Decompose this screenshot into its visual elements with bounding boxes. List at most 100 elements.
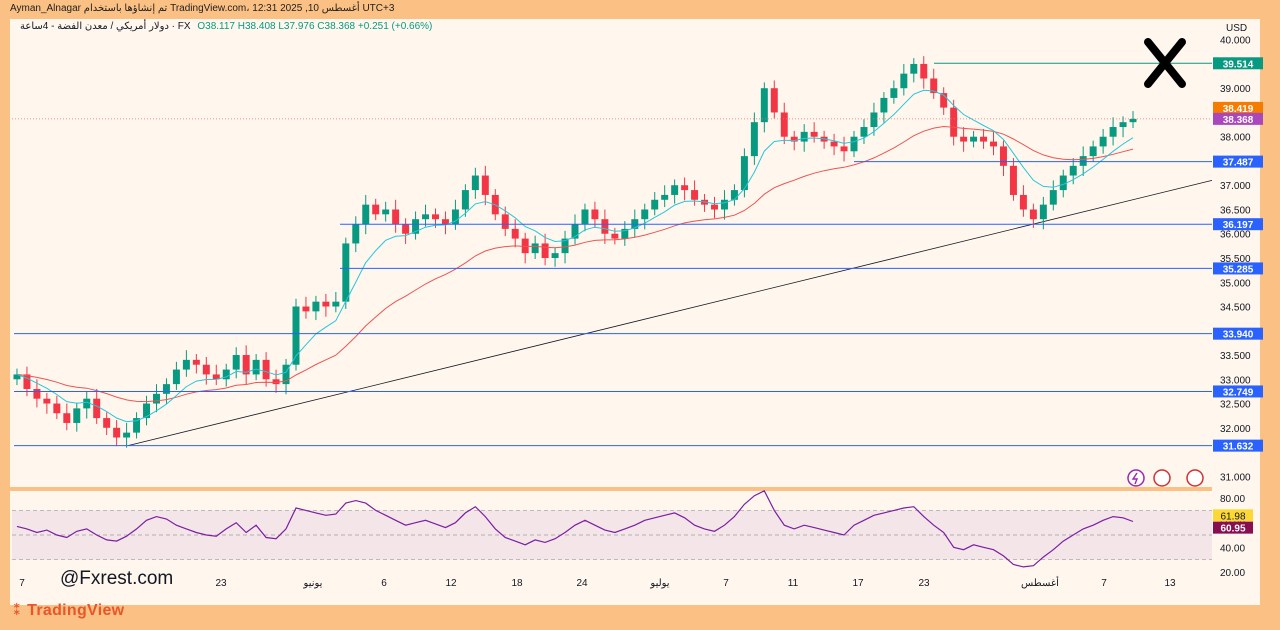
candle[interactable] xyxy=(152,393,160,404)
candle[interactable] xyxy=(1009,165,1017,195)
candle[interactable] xyxy=(143,403,151,419)
us-flag-icon[interactable] xyxy=(1153,469,1171,487)
candle[interactable] xyxy=(192,359,200,365)
candle[interactable] xyxy=(93,398,101,419)
candle[interactable] xyxy=(302,306,310,312)
candle[interactable] xyxy=(1019,194,1027,210)
candle[interactable] xyxy=(1109,127,1117,137)
candle[interactable] xyxy=(202,364,210,375)
candle[interactable] xyxy=(551,253,559,258)
candle[interactable] xyxy=(880,97,888,113)
candle[interactable] xyxy=(172,369,180,385)
candle[interactable] xyxy=(750,122,758,157)
candle[interactable] xyxy=(63,413,71,423)
candle[interactable] xyxy=(720,199,728,210)
candle[interactable] xyxy=(352,224,360,244)
candle[interactable] xyxy=(1089,146,1097,157)
candle[interactable] xyxy=(900,73,908,89)
candle[interactable] xyxy=(651,199,659,210)
main-pane[interactable] xyxy=(10,56,1213,491)
candle[interactable] xyxy=(920,63,928,79)
us-flag-icon[interactable] xyxy=(1186,469,1204,487)
candle[interactable] xyxy=(441,219,449,225)
price-chart[interactable]: 39.51437.48736.19735.28533.94032.74931.6… xyxy=(0,0,1280,630)
candle[interactable] xyxy=(43,398,51,404)
candle[interactable] xyxy=(760,88,768,123)
candle[interactable] xyxy=(770,88,778,113)
pane-icons[interactable] xyxy=(1127,469,1204,487)
candle[interactable] xyxy=(870,112,878,128)
candle[interactable] xyxy=(890,88,898,98)
trendline[interactable] xyxy=(127,179,1213,447)
candle[interactable] xyxy=(432,214,439,220)
candle[interactable] xyxy=(511,228,519,239)
candle[interactable] xyxy=(910,63,918,74)
candle[interactable] xyxy=(780,112,788,137)
candle[interactable] xyxy=(980,136,988,142)
candle[interactable] xyxy=(1099,136,1107,147)
candle[interactable] xyxy=(501,214,509,229)
candle[interactable] xyxy=(232,355,240,370)
candle[interactable] xyxy=(681,185,689,191)
candle[interactable] xyxy=(691,190,699,200)
candle[interactable] xyxy=(162,384,170,394)
candle[interactable] xyxy=(252,359,260,375)
candle[interactable] xyxy=(960,136,968,142)
candle[interactable] xyxy=(332,301,340,307)
candle[interactable] xyxy=(531,243,539,254)
candle[interactable] xyxy=(1079,156,1087,166)
lightning-icon[interactable] xyxy=(1127,469,1145,487)
candle[interactable] xyxy=(392,209,400,225)
candle[interactable] xyxy=(711,204,718,210)
candle[interactable] xyxy=(541,243,549,258)
candle[interactable] xyxy=(23,374,31,389)
candle[interactable] xyxy=(840,146,848,152)
candle[interactable] xyxy=(950,107,958,137)
candle[interactable] xyxy=(33,388,41,399)
candle[interactable] xyxy=(322,301,330,307)
candle[interactable] xyxy=(73,408,81,423)
candle[interactable] xyxy=(113,427,121,438)
candle[interactable] xyxy=(810,131,818,137)
candle[interactable] xyxy=(591,209,599,220)
candle[interactable] xyxy=(103,418,111,428)
candle[interactable] xyxy=(1129,118,1137,123)
candle[interactable] xyxy=(312,301,320,312)
candle[interactable] xyxy=(481,175,489,195)
candle[interactable] xyxy=(800,131,808,142)
candle[interactable] xyxy=(1029,209,1037,220)
candle[interactable] xyxy=(999,146,1007,166)
candle[interactable] xyxy=(730,190,738,200)
candle[interactable] xyxy=(850,136,858,152)
candle[interactable] xyxy=(641,209,649,220)
candle[interactable] xyxy=(382,209,390,215)
candle[interactable] xyxy=(342,243,350,302)
candle[interactable] xyxy=(1119,122,1127,128)
candle[interactable] xyxy=(1039,204,1047,220)
tradingview-logo[interactable]: ⁑ TradingView xyxy=(13,601,124,620)
candle[interactable] xyxy=(262,359,270,380)
rsi-pane[interactable] xyxy=(12,489,1212,568)
candle[interactable] xyxy=(661,194,669,200)
candle[interactable] xyxy=(830,141,838,147)
candle[interactable] xyxy=(362,204,370,225)
candle[interactable] xyxy=(860,127,868,137)
price-axis[interactable]: 39.51437.48736.19735.28533.94032.74931.6… xyxy=(1213,36,1263,579)
candle[interactable] xyxy=(671,185,679,195)
candle[interactable] xyxy=(123,432,131,438)
candle[interactable] xyxy=(970,136,978,142)
candle[interactable] xyxy=(372,204,380,215)
candle[interactable] xyxy=(581,209,589,225)
candle[interactable] xyxy=(1069,165,1077,176)
candle[interactable] xyxy=(471,175,479,191)
candle[interactable] xyxy=(182,359,190,370)
candle[interactable] xyxy=(402,224,410,234)
candle[interactable] xyxy=(990,141,998,147)
candle[interactable] xyxy=(611,233,619,239)
candle[interactable] xyxy=(1049,190,1057,205)
candle[interactable] xyxy=(53,403,61,414)
candle[interactable] xyxy=(422,214,430,220)
candle[interactable] xyxy=(461,190,469,210)
candle[interactable] xyxy=(601,219,609,234)
time-axis[interactable]: 7 23 يونيو 6 12 18 24 يوليو 7 11 17 23 أغسطس 7 13 xyxy=(19,576,1176,589)
